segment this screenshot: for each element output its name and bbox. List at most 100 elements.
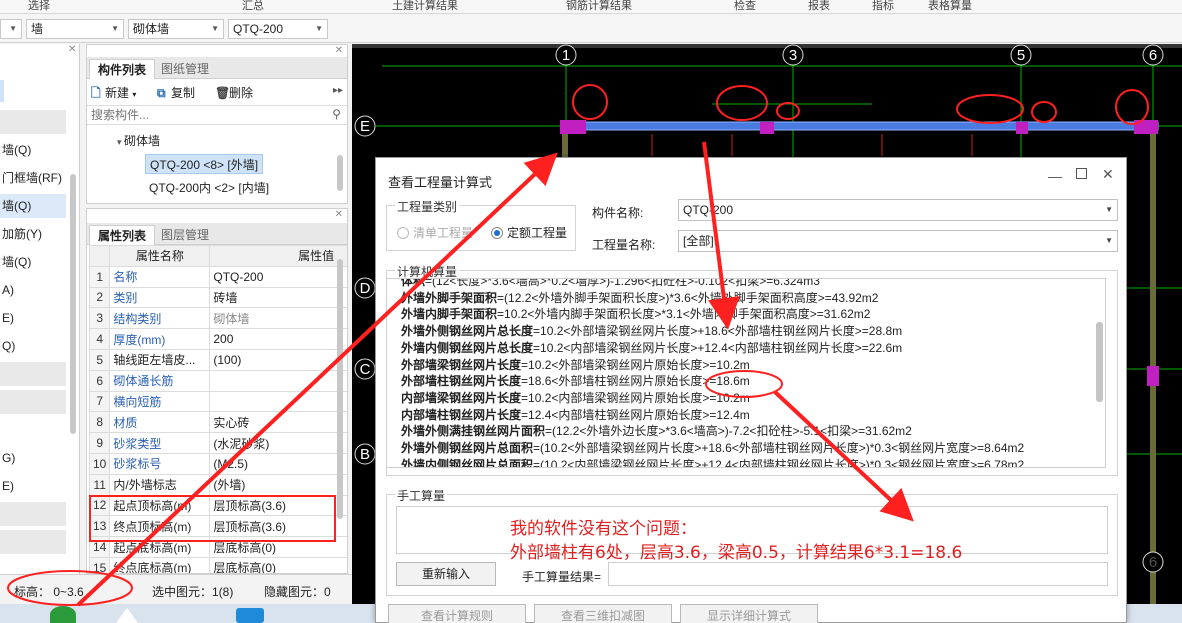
minimize-icon[interactable]: — bbox=[1048, 168, 1062, 184]
tree-group-masonry-wall[interactable]: ▾ 砌体墙 bbox=[117, 131, 160, 151]
close-icon[interactable]: ✕ bbox=[1102, 166, 1114, 183]
nav-item-wall-selected[interactable]: 墙(Q) bbox=[0, 194, 66, 218]
ribbon-group-summary[interactable]: 汇总 bbox=[242, 0, 264, 13]
search-input[interactable] bbox=[87, 106, 317, 124]
property-value[interactable]: (M2.5) bbox=[209, 452, 347, 475]
property-value[interactable] bbox=[209, 369, 347, 392]
manual-result-field[interactable] bbox=[608, 562, 1108, 586]
property-value[interactable]: 层顶标高(3.6) bbox=[209, 515, 347, 538]
axis-label-5: 5 bbox=[1017, 47, 1025, 64]
nav-scrollbar[interactable] bbox=[70, 174, 76, 434]
more-icon[interactable]: ▸▸ bbox=[333, 85, 343, 96]
chevron-down-icon: ▼ bbox=[211, 24, 219, 33]
property-row[interactable]: 3 结构类别 砌体墙 bbox=[88, 307, 347, 330]
nav-item-e-2[interactable]: E) bbox=[0, 474, 66, 498]
calc-formula-list[interactable]: 体积=(12<长度>*3.6<墙高>*0.2<墙厚>)-1.296<扣砼柱>-0… bbox=[386, 278, 1106, 468]
property-row-number: 11 bbox=[88, 473, 111, 496]
ribbon-group-table-calc[interactable]: 表格算量 bbox=[928, 0, 972, 13]
status-selected: 选中图元：1(8) bbox=[152, 585, 234, 599]
property-value[interactable]: 砖墙 bbox=[209, 286, 347, 309]
view-3d-deduction-button[interactable]: 查看三维扣减图 bbox=[534, 604, 672, 623]
tab-property-list[interactable]: 属性列表 bbox=[89, 225, 156, 245]
calc-formula-name: 体积 bbox=[401, 278, 426, 288]
property-row[interactable]: 12 起点顶标高(m) 层顶标高(3.6) bbox=[88, 494, 347, 517]
property-value[interactable]: 200 bbox=[209, 328, 347, 350]
nav-item-door-frame-wall[interactable]: 门框墙(RF) bbox=[0, 166, 66, 190]
property-value[interactable]: (外墙) bbox=[209, 473, 347, 496]
taskbar-app-icon[interactable] bbox=[50, 606, 76, 623]
property-row[interactable]: 9 砂浆类型 (水泥砂浆) bbox=[88, 432, 347, 454]
component-select[interactable]: QTQ-200 ▼ bbox=[228, 19, 328, 39]
property-row[interactable]: 4 厚度(mm) 200 bbox=[88, 328, 347, 350]
ribbon-group-report[interactable]: 报表 bbox=[808, 0, 830, 13]
ribbon-group-select[interactable]: 选择 bbox=[28, 0, 50, 13]
tree-item-qtq200-outer[interactable]: QTQ-200 <8> [外墙] bbox=[145, 154, 264, 174]
property-value[interactable]: 砌体墙 bbox=[209, 307, 347, 330]
axis-label-1: 1 bbox=[562, 47, 570, 64]
property-row[interactable]: 14 起点底标高(m) 层底标高(0) bbox=[88, 536, 347, 558]
property-row[interactable]: 7 横向短筋 bbox=[88, 390, 347, 413]
nav-item-g[interactable]: G) bbox=[0, 446, 66, 470]
ribbon-group-check[interactable]: 检查 bbox=[734, 0, 756, 13]
search-field[interactable]: ⚲ bbox=[87, 105, 347, 125]
tree-item-qtq200-inner[interactable]: QTQ-200内 <2> [内墙] bbox=[149, 178, 269, 198]
floor-select[interactable]: ▼ bbox=[0, 19, 22, 39]
reenter-button[interactable]: 重新输入 bbox=[396, 562, 496, 586]
property-value[interactable]: QTQ-200 bbox=[209, 265, 347, 288]
tab-layer-management[interactable]: 图层管理 bbox=[153, 225, 217, 245]
property-value[interactable]: 层底标高(0) bbox=[209, 556, 347, 573]
show-detailed-formula-button[interactable]: 显示详细计算式 bbox=[680, 604, 818, 623]
ribbon-group-civil-results[interactable]: 土建计算结果 bbox=[392, 0, 458, 13]
radio-quota-quantity[interactable]: 定额工程量 bbox=[491, 224, 567, 241]
property-value[interactable] bbox=[209, 390, 347, 413]
element-subtype-select[interactable]: 砌体墙 ▼ bbox=[128, 19, 224, 39]
ribbon-group-index[interactable]: 指标 bbox=[872, 0, 894, 13]
calc-formula-line: 外墙外侧钢丝网片总长度=10.2<外部墙梁钢丝网片长度>+18.6<外部墙柱钢丝… bbox=[401, 323, 902, 340]
tab-drawing-management[interactable]: 图纸管理 bbox=[153, 59, 217, 79]
maximize-icon[interactable] bbox=[1076, 168, 1087, 179]
tree-scrollbar[interactable] bbox=[337, 155, 343, 191]
close-icon[interactable]: ✕ bbox=[335, 45, 343, 56]
nav-item-reinforcement[interactable]: 加筋(Y) bbox=[0, 222, 66, 246]
radio-list-quantity[interactable]: 清单工程量 bbox=[397, 224, 473, 241]
property-row[interactable]: 2 类别 砖墙 bbox=[88, 286, 347, 309]
property-value[interactable]: 实心砖 bbox=[209, 411, 347, 434]
calc-formula-expression: =(12.2<外墙外边长度>*3.6<墙高>)-7.2<扣砼柱>-5.1<扣梁>… bbox=[545, 424, 912, 439]
property-row[interactable]: 6 砌体通长筋 bbox=[88, 369, 347, 392]
property-row[interactable]: 15 终点底标高(m) 层底标高(0) bbox=[88, 556, 347, 573]
quantity-name-select[interactable]: [全部] ▼ bbox=[678, 230, 1118, 252]
property-row[interactable]: 8 材质 实心砖 bbox=[88, 411, 347, 434]
property-value[interactable]: (100) bbox=[209, 348, 347, 371]
delete-button[interactable]: 🗑删除 bbox=[215, 83, 253, 103]
column bbox=[1147, 366, 1159, 386]
close-icon[interactable]: ✕ bbox=[335, 209, 343, 220]
property-row[interactable]: 1 名称 QTQ-200 bbox=[88, 265, 347, 288]
calc-formula-name: 内部墙柱钢丝网片长度 bbox=[401, 407, 522, 422]
property-row[interactable]: 5 轴线距左墙皮... (100) bbox=[88, 348, 347, 371]
property-scrollbar[interactable] bbox=[337, 259, 343, 519]
nav-item-q[interactable]: Q) bbox=[0, 334, 66, 358]
property-value[interactable]: 层顶标高(3.6) bbox=[209, 494, 347, 517]
property-value[interactable]: (水泥砂浆) bbox=[209, 432, 347, 454]
taskbar-app-icon-2[interactable] bbox=[236, 608, 264, 623]
property-row[interactable]: 11 内/外墙标志 (外墙) bbox=[88, 473, 347, 496]
property-row[interactable]: 13 终点顶标高(m) 层顶标高(3.6) bbox=[88, 515, 347, 538]
property-value[interactable]: 层底标高(0) bbox=[209, 536, 347, 558]
calc-scrollbar[interactable] bbox=[1096, 322, 1103, 402]
ribbon-group-rebar-results[interactable]: 钢筋计算结果 bbox=[566, 0, 632, 13]
nav-item-a[interactable]: A) bbox=[0, 278, 66, 302]
calc-formula-line: 外墙外侧钢丝网片总面积=(10.2<外部墙梁钢丝网片长度>+18.6<外部墙柱钢… bbox=[401, 440, 1024, 457]
property-row-number: 13 bbox=[88, 515, 111, 538]
taskbar-home-icon[interactable] bbox=[116, 608, 138, 623]
nav-item-wall-2[interactable]: 墙(Q) bbox=[0, 250, 66, 274]
nav-item-e[interactable]: E) bbox=[0, 306, 66, 330]
component-name-select[interactable]: QTQ-200 ▼ bbox=[678, 199, 1118, 221]
element-type-select[interactable]: 墙 ▼ bbox=[26, 19, 124, 39]
copy-button[interactable]: ⧉ 复制 bbox=[157, 83, 195, 103]
nav-item-wall[interactable]: 墙(Q) bbox=[0, 138, 66, 162]
tab-component-list[interactable]: 构件列表 bbox=[89, 59, 156, 79]
new-button[interactable]: 🗋 新建 ▾ bbox=[91, 83, 136, 103]
property-row[interactable]: 10 砂浆标号 (M2.5) bbox=[88, 452, 347, 475]
view-calc-rules-button[interactable]: 查看计算规则 bbox=[388, 604, 526, 623]
close-icon[interactable]: ✕ bbox=[68, 44, 76, 55]
